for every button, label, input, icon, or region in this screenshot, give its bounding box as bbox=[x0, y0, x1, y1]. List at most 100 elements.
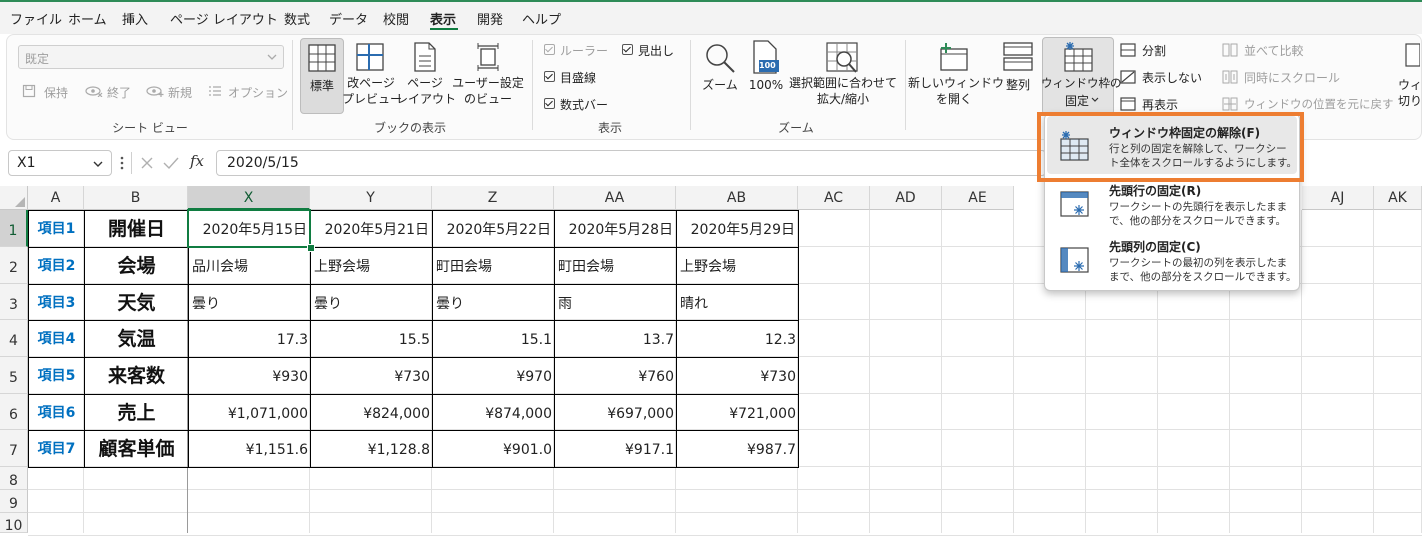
data-cell[interactable]: 晴れ bbox=[676, 284, 799, 321]
row-header[interactable]: 2 bbox=[0, 247, 28, 284]
data-cell[interactable]: 品川会場 bbox=[188, 247, 311, 285]
sheet-view-exit-button[interactable]: 終了 bbox=[85, 83, 135, 101]
sheet-view-dropdown[interactable]: 既定 bbox=[18, 45, 284, 69]
data-cell[interactable]: ¥730 bbox=[676, 357, 799, 395]
data-cell[interactable]: 町田会場 bbox=[554, 247, 677, 285]
data-cell[interactable]: ¥987.7 bbox=[676, 430, 799, 468]
column-header[interactable]: Y bbox=[310, 186, 432, 210]
data-cell[interactable]: 曇り bbox=[310, 284, 433, 321]
menu-page-layout[interactable]: ページ レイアウト bbox=[170, 9, 278, 28]
row-header[interactable]: 10 bbox=[0, 513, 28, 534]
menu-formulas[interactable]: 数式 bbox=[284, 9, 310, 28]
data-cell[interactable]: 2020年5月21日 bbox=[310, 210, 433, 248]
new-window-button[interactable]: 新しいウィンドウ を開く bbox=[908, 38, 1004, 114]
page-layout-view-button[interactable]: ページ レイアウト bbox=[396, 38, 456, 114]
custom-views-button[interactable]: ユーザー設定 のビュー bbox=[452, 38, 524, 114]
data-cell[interactable]: ¥970 bbox=[432, 357, 555, 395]
data-cell[interactable]: 2020年5月28日 bbox=[554, 210, 677, 248]
freeze-menu-item-top-row[interactable]: 先頭行の固定(R) ワークシートの先頭行を表示したまま で、他の部分をスクロール… bbox=[1047, 178, 1297, 232]
select-all-corner[interactable] bbox=[0, 186, 28, 210]
data-cell[interactable]: ¥730 bbox=[310, 357, 433, 395]
ruler-checkbox[interactable]: ルーラー bbox=[542, 42, 612, 58]
zoom-to-selection-button[interactable]: 選択範囲に合わせて 拡大/縮小 bbox=[788, 38, 898, 114]
data-cell[interactable]: 町田会場 bbox=[432, 247, 555, 285]
menu-developer[interactable]: 開発 bbox=[477, 9, 503, 28]
menu-insert[interactable]: 挿入 bbox=[122, 9, 148, 28]
data-cell[interactable]: 12.3 bbox=[676, 320, 799, 358]
column-header[interactable]: A bbox=[28, 186, 84, 210]
column-header[interactable]: Z bbox=[432, 186, 554, 210]
cancel-icon[interactable] bbox=[140, 156, 154, 170]
row-header[interactable]: 4 bbox=[0, 320, 28, 357]
menu-view[interactable]: 表示 bbox=[430, 9, 456, 28]
data-cell[interactable]: ¥874,000 bbox=[432, 394, 555, 431]
menu-file[interactable]: ファイル bbox=[10, 9, 62, 28]
column-header[interactable]: AB bbox=[676, 186, 798, 210]
item-label-cell[interactable]: 項目7 bbox=[28, 430, 85, 468]
data-cell[interactable]: 17.3 bbox=[188, 320, 311, 358]
sheet-view-keep-button[interactable]: 保持 bbox=[22, 83, 76, 101]
column-header[interactable]: AA bbox=[554, 186, 676, 210]
item-label-cell[interactable]: 項目3 bbox=[28, 284, 85, 321]
item-label-cell[interactable]: 項目1 bbox=[28, 210, 85, 248]
synchronous-scrolling-button[interactable]: 同時にスクロール bbox=[1222, 68, 1342, 86]
zoom-button[interactable]: ズーム bbox=[698, 38, 742, 114]
column-header[interactable]: AJ bbox=[1302, 186, 1374, 210]
freeze-menu-item-first-column[interactable]: 先頭列の固定(C) ワークシートの最初の列を表示したま まで、他の部分をスクロー… bbox=[1047, 234, 1297, 288]
data-cell[interactable]: ¥930 bbox=[188, 357, 311, 395]
data-cell[interactable]: 15.5 bbox=[310, 320, 433, 358]
data-cell[interactable]: ¥917.1 bbox=[554, 430, 677, 468]
page-break-preview-button[interactable]: 改ページ プレビュー bbox=[342, 38, 402, 114]
column-header[interactable]: B bbox=[84, 186, 188, 210]
data-cell[interactable]: ¥1,128.8 bbox=[310, 430, 433, 468]
column-header[interactable]: AE bbox=[942, 186, 1014, 210]
row-header[interactable]: 8 bbox=[0, 467, 28, 490]
hide-window-button[interactable]: 表示しない bbox=[1120, 68, 1210, 86]
data-cell[interactable]: ¥824,000 bbox=[310, 394, 433, 431]
column-header[interactable]: AC bbox=[798, 186, 870, 210]
field-label-cell[interactable]: 来客数 bbox=[84, 357, 189, 395]
row-header[interactable]: 6 bbox=[0, 394, 28, 430]
field-label-cell[interactable]: 売上 bbox=[84, 394, 189, 431]
row-header[interactable]: 3 bbox=[0, 284, 28, 320]
view-side-by-side-button[interactable]: 並べて比較 bbox=[1222, 41, 1322, 59]
zoom-100-button[interactable]: 100 100% bbox=[746, 38, 786, 114]
fill-handle[interactable] bbox=[307, 244, 315, 252]
data-cell[interactable]: 13.7 bbox=[554, 320, 677, 358]
column-header[interactable]: X bbox=[188, 186, 310, 210]
headings-checkbox[interactable]: 見出し bbox=[620, 42, 682, 58]
menu-help[interactable]: ヘルプ bbox=[522, 9, 561, 28]
unhide-window-button[interactable]: 再表示 bbox=[1120, 95, 1210, 113]
gridlines-checkbox[interactable]: 目盛線 bbox=[542, 69, 612, 85]
data-cell[interactable]: 2020年5月22日 bbox=[432, 210, 555, 248]
insert-function-button[interactable]: fx bbox=[190, 152, 204, 170]
formula-input[interactable]: 2020/5/15 bbox=[216, 150, 1046, 176]
arrange-all-button[interactable]: 整列 bbox=[998, 38, 1038, 114]
reset-window-position-button[interactable]: ウィンドウの位置を元に戻す bbox=[1222, 95, 1394, 113]
menu-home[interactable]: ホーム bbox=[68, 9, 107, 28]
sheet-view-options-button[interactable]: オプション bbox=[208, 83, 288, 101]
menu-data[interactable]: データ bbox=[329, 9, 368, 28]
data-cell[interactable]: 雨 bbox=[554, 284, 677, 321]
name-box[interactable]: X1 bbox=[8, 150, 112, 176]
freeze-panes-button[interactable]: ウィンドウ枠の 固定 bbox=[1041, 37, 1122, 115]
more-options-icon[interactable] bbox=[119, 155, 125, 171]
sheet-view-new-button[interactable]: 新規 bbox=[146, 83, 196, 101]
field-label-cell[interactable]: 開催日 bbox=[84, 210, 189, 248]
field-label-cell[interactable]: 気温 bbox=[84, 320, 189, 358]
item-label-cell[interactable]: 項目6 bbox=[28, 394, 85, 431]
data-cell[interactable]: ¥760 bbox=[554, 357, 677, 395]
field-label-cell[interactable]: 会場 bbox=[84, 247, 189, 285]
row-header[interactable]: 1 bbox=[0, 210, 28, 247]
menu-review[interactable]: 校閲 bbox=[383, 9, 409, 28]
formula-bar-checkbox[interactable]: 数式バー bbox=[542, 96, 622, 112]
data-cell[interactable]: 上野会場 bbox=[310, 247, 433, 285]
data-cell[interactable]: 上野会場 bbox=[676, 247, 799, 285]
data-cell[interactable]: ¥1,071,000 bbox=[188, 394, 311, 431]
normal-view-button[interactable]: 標準 bbox=[300, 38, 344, 114]
data-cell[interactable]: ¥697,000 bbox=[554, 394, 677, 431]
column-header[interactable]: AD bbox=[870, 186, 942, 210]
data-cell[interactable]: 曇り bbox=[432, 284, 555, 321]
row-header[interactable]: 5 bbox=[0, 357, 28, 394]
field-label-cell[interactable]: 天気 bbox=[84, 284, 189, 321]
